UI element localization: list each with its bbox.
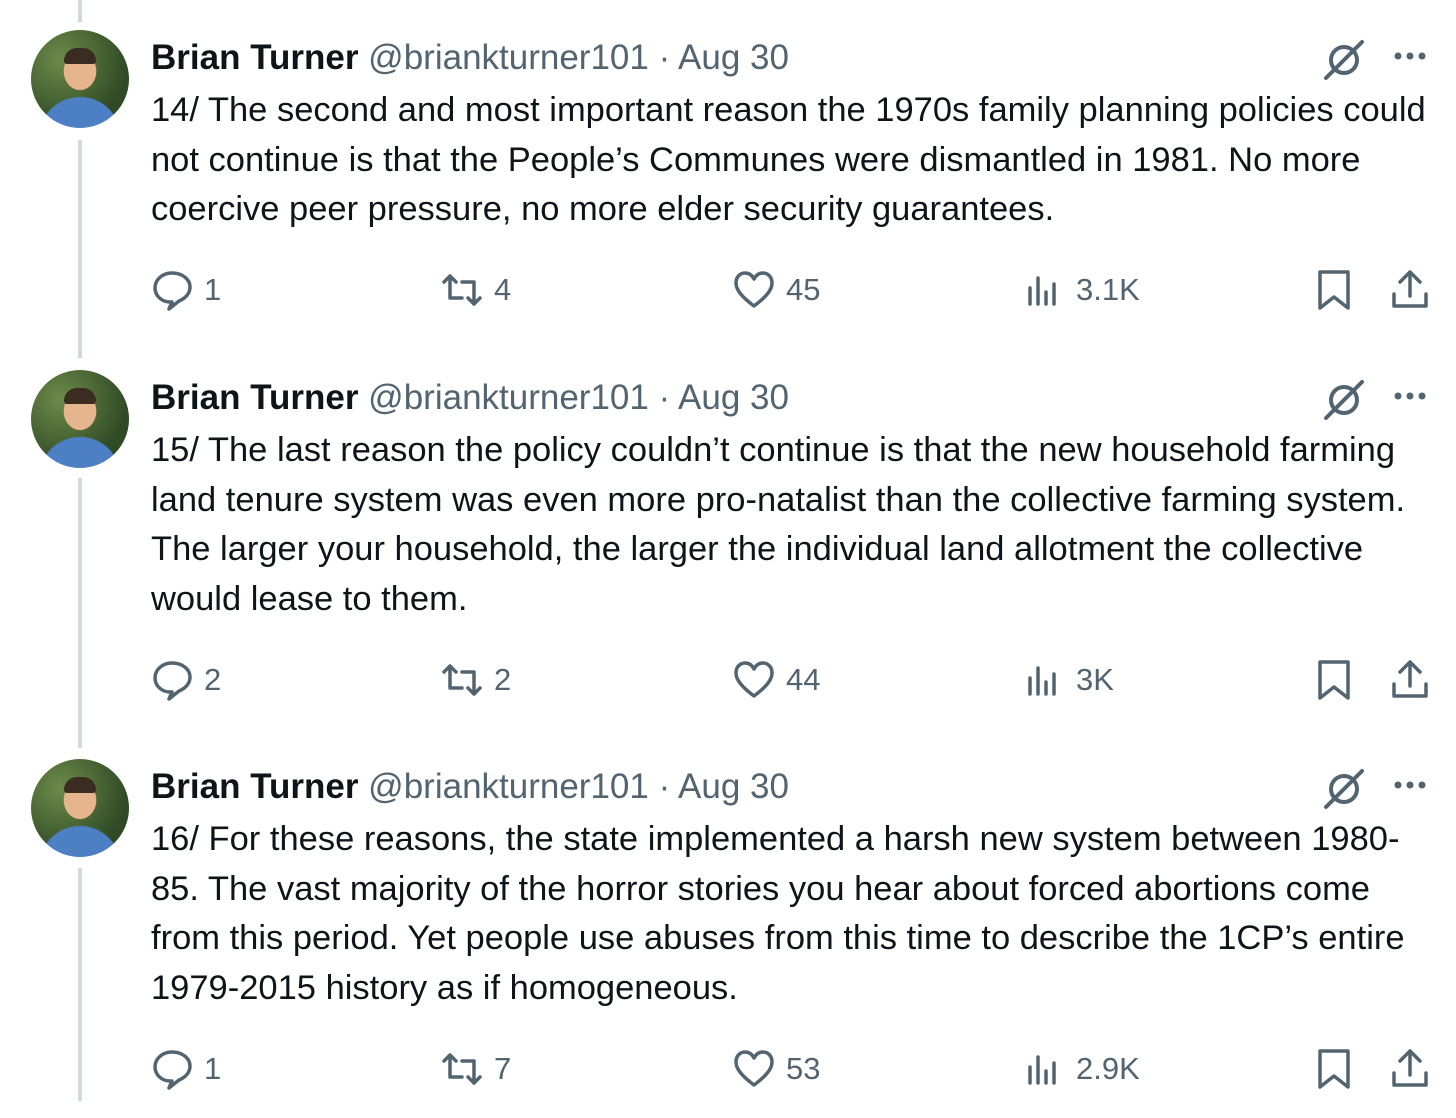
repost-icon: [442, 274, 482, 306]
repost-button[interactable]: 4: [440, 268, 511, 312]
tweet[interactable]: Brian Turner @briankturner101 · Aug 30 1…: [0, 340, 1456, 729]
separator: ·: [658, 378, 671, 417]
like-button[interactable]: 45: [732, 268, 820, 312]
views-button[interactable]: 3K: [1022, 658, 1114, 702]
heart-icon: [734, 271, 774, 308]
author-handle[interactable]: @briankturner101: [368, 38, 649, 77]
tweet-header: Brian Turner @briankturner101 · Aug 30: [151, 376, 789, 420]
avatar[interactable]: [31, 370, 129, 468]
grok-icon[interactable]: [1320, 378, 1368, 422]
like-count: 45: [786, 272, 821, 307]
heart-icon: [734, 1050, 774, 1087]
repost-icon: [442, 1053, 482, 1085]
reply-count: 1: [204, 1051, 222, 1086]
share-icon: [1392, 270, 1428, 308]
tweet-header: Brian Turner @briankturner101 · Aug 30: [151, 36, 789, 80]
share-icon: [1392, 1049, 1428, 1087]
repost-count: 2: [494, 662, 512, 697]
bookmark-button[interactable]: [1312, 658, 1356, 702]
reply-icon: [153, 1050, 192, 1090]
bookmark-icon: [1318, 660, 1350, 700]
tweet-date[interactable]: Aug 30: [678, 767, 789, 806]
repost-count: 7: [494, 1051, 512, 1086]
reply-icon: [153, 661, 192, 701]
repost-button[interactable]: 2: [440, 658, 511, 702]
more-icon[interactable]: [1390, 44, 1430, 68]
views-count: 3.1K: [1076, 272, 1140, 307]
tweet-date[interactable]: Aug 30: [678, 378, 789, 417]
author-handle[interactable]: @briankturner101: [368, 378, 649, 417]
repost-button[interactable]: 7: [440, 1047, 511, 1091]
reply-button[interactable]: 1: [150, 1047, 221, 1091]
reply-button[interactable]: 2: [150, 658, 221, 702]
tweet-text: 14/ The second and most important reason…: [151, 91, 1426, 228]
tweet[interactable]: Brian Turner @briankturner101 · Aug 30 1…: [0, 0, 1456, 389]
bookmark-button[interactable]: [1312, 268, 1356, 312]
grok-icon[interactable]: [1320, 767, 1368, 811]
author-name[interactable]: Brian Turner: [151, 38, 358, 77]
avatar[interactable]: [31, 30, 129, 128]
repost-icon: [442, 664, 482, 696]
views-icon: [1028, 1055, 1056, 1085]
share-button[interactable]: [1388, 1047, 1432, 1091]
reply-count: 1: [204, 272, 222, 307]
author-handle[interactable]: @briankturner101: [368, 767, 649, 806]
views-button[interactable]: 2.9K: [1022, 1047, 1140, 1091]
more-icon[interactable]: [1390, 384, 1430, 408]
tweet-text: 15/ The last reason the policy couldn’t …: [151, 431, 1406, 618]
like-button[interactable]: 53: [732, 1047, 820, 1091]
author-name[interactable]: Brian Turner: [151, 378, 358, 417]
views-icon: [1028, 666, 1056, 696]
views-icon: [1028, 276, 1056, 306]
tweet[interactable]: Brian Turner @briankturner101 · Aug 30 1…: [0, 729, 1456, 1118]
share-icon: [1392, 660, 1428, 698]
views-button[interactable]: 3.1K: [1022, 268, 1140, 312]
views-count: 3K: [1076, 662, 1114, 697]
tweet-date[interactable]: Aug 30: [678, 38, 789, 77]
reply-icon: [153, 271, 192, 311]
share-button[interactable]: [1388, 268, 1432, 312]
like-count: 53: [786, 1051, 821, 1086]
avatar[interactable]: [31, 759, 129, 857]
more-icon[interactable]: [1390, 773, 1430, 797]
like-button[interactable]: 44: [732, 658, 820, 702]
repost-count: 4: [494, 272, 512, 307]
views-count: 2.9K: [1076, 1051, 1140, 1086]
heart-icon: [734, 661, 774, 698]
reply-button[interactable]: 1: [150, 268, 221, 312]
bookmark-icon: [1318, 270, 1350, 310]
share-button[interactable]: [1388, 658, 1432, 702]
author-name[interactable]: Brian Turner: [151, 767, 358, 806]
reply-count: 2: [204, 662, 222, 697]
separator: ·: [658, 767, 671, 806]
bookmark-button[interactable]: [1312, 1047, 1356, 1091]
bookmark-icon: [1318, 1049, 1350, 1089]
tweet-header: Brian Turner @briankturner101 · Aug 30: [151, 765, 789, 809]
tweet-text: 16/ For these reasons, the state impleme…: [151, 820, 1405, 1007]
separator: ·: [658, 38, 671, 77]
grok-icon[interactable]: [1320, 38, 1368, 82]
like-count: 44: [786, 662, 821, 697]
